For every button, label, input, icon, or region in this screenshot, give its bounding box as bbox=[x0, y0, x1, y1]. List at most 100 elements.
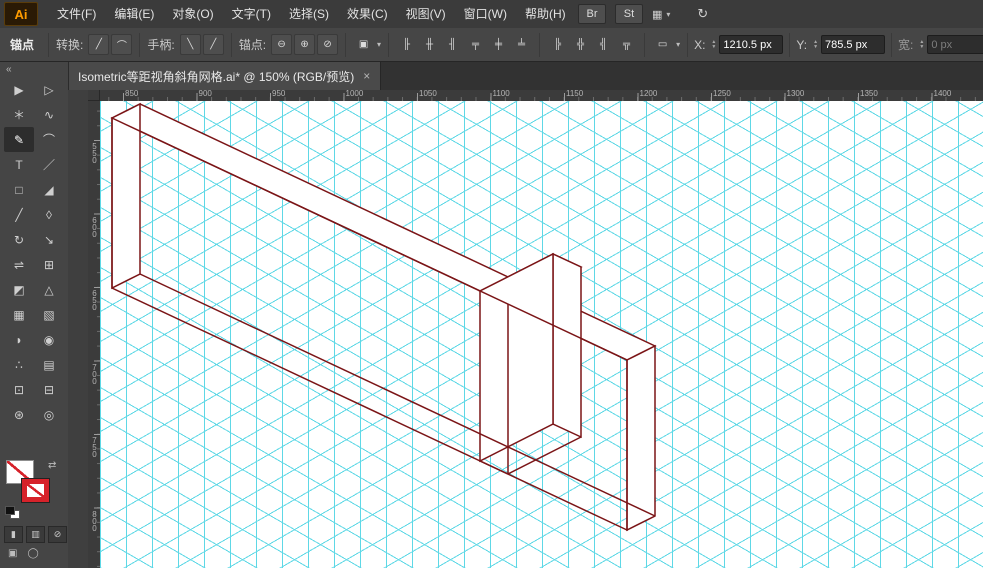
x-stepper[interactable]: ▲ ▼ bbox=[711, 39, 716, 50]
close-icon[interactable]: × bbox=[363, 69, 370, 83]
ruler-label: 950 bbox=[272, 89, 286, 98]
pencil-tool[interactable]: ╱ bbox=[4, 202, 34, 227]
magic-wand-tool[interactable]: ＊ bbox=[4, 102, 34, 127]
distribute-top-icon[interactable]: ╠ bbox=[547, 34, 568, 55]
blend-tool[interactable]: ◉ bbox=[34, 327, 64, 352]
paintbrush-tool[interactable]: ◢ bbox=[34, 177, 64, 202]
workspace-switcher[interactable]: ▦ ▾ bbox=[652, 8, 670, 21]
align-v-center-icon[interactable]: ╪ bbox=[488, 34, 509, 55]
width-tool[interactable]: ⇌ bbox=[4, 252, 34, 277]
pen-tool[interactable]: ✎ bbox=[4, 127, 34, 152]
isolate-selection-button[interactable]: ▣ bbox=[353, 34, 374, 55]
line-segment-tool[interactable]: ／ bbox=[34, 152, 64, 177]
bridge-button[interactable]: Br bbox=[578, 4, 606, 24]
document-tab[interactable]: Isometric等距视角斜角网格.ai* @ 150% (RGB/预览) × bbox=[68, 62, 382, 90]
artboard-tool[interactable]: ⊡ bbox=[4, 377, 34, 402]
free-transform-tool[interactable]: ⊞ bbox=[34, 252, 64, 277]
arm-inner-bottom[interactable] bbox=[507, 436, 582, 475]
ruler-origin-corner[interactable] bbox=[88, 90, 100, 101]
swap-fill-stroke-icon[interactable]: ⇄ bbox=[48, 460, 56, 471]
collapse-panel-button[interactable]: « bbox=[0, 62, 68, 77]
shape-builder-tool[interactable]: ◩ bbox=[4, 277, 34, 302]
align-left-icon[interactable]: ╟ bbox=[396, 34, 417, 55]
arm-front-bottom[interactable] bbox=[479, 460, 509, 475]
zoom-tool[interactable]: ◎ bbox=[34, 402, 64, 427]
stem-left-cap[interactable] bbox=[111, 102, 141, 290]
scale-tool[interactable]: ↘ bbox=[34, 227, 64, 252]
stroke-color-swatch[interactable] bbox=[21, 478, 50, 503]
distribute-bottom-icon[interactable]: ╣ bbox=[593, 34, 614, 55]
none-mode-button[interactable]: ⊘ bbox=[48, 526, 67, 543]
align-bottom-icon[interactable]: ╧ bbox=[511, 34, 532, 55]
stock-button[interactable]: St bbox=[615, 4, 643, 24]
ruler-label: 1000 bbox=[345, 89, 364, 98]
menu-item-7[interactable]: 窗口(W) bbox=[455, 7, 516, 21]
default-fill-stroke-icon[interactable] bbox=[5, 506, 20, 519]
convert-to-smooth-icon[interactable]: ⌒ bbox=[111, 34, 133, 55]
align-top-icon[interactable]: ╤ bbox=[465, 34, 486, 55]
column-graph-tool[interactable]: ▤ bbox=[34, 352, 64, 377]
transform-button[interactable]: ▭ bbox=[652, 34, 673, 55]
eraser-tool[interactable]: ◊ bbox=[34, 202, 64, 227]
slice-tool[interactable]: ⊟ bbox=[34, 377, 64, 402]
color-mode-button[interactable]: ▮ bbox=[4, 526, 23, 543]
align-h-center-icon[interactable]: ╫ bbox=[419, 34, 440, 55]
draw-mode-buttons: ▣ ◯ bbox=[8, 548, 39, 559]
menu-item-3[interactable]: 文字(T) bbox=[223, 7, 280, 21]
x-input[interactable]: 1210.5 px bbox=[719, 35, 784, 54]
show-handles-icon[interactable]: ╲ bbox=[179, 34, 201, 55]
perspective-grid-tool[interactable]: △ bbox=[34, 277, 64, 302]
y-input[interactable]: 785.5 px bbox=[821, 35, 886, 54]
direct-selection-tool[interactable]: ▷ bbox=[34, 77, 64, 102]
selection-tool[interactable]: ▶ bbox=[4, 77, 34, 102]
menu-item-5[interactable]: 效果(C) bbox=[338, 7, 397, 21]
chevron-down-icon: ▾ bbox=[666, 9, 671, 19]
app-logo-icon: Ai bbox=[4, 2, 38, 26]
arm-outer-cap[interactable] bbox=[552, 252, 582, 439]
y-stepper[interactable]: ▲ ▼ bbox=[813, 39, 818, 50]
isometric-letter-artwork[interactable] bbox=[100, 101, 983, 568]
draw-normal-button[interactable]: ▣ bbox=[8, 548, 17, 559]
control-group-label: 锚点: bbox=[238, 38, 267, 52]
rotate-tool[interactable]: ↻ bbox=[4, 227, 34, 252]
convert-to-corner-icon[interactable]: ╱ bbox=[88, 34, 110, 55]
menu-item-6[interactable]: 视图(V) bbox=[397, 7, 455, 21]
arm-side-face[interactable] bbox=[479, 252, 554, 463]
ruler-label: 550 bbox=[90, 142, 99, 163]
menu-item-1[interactable]: 编辑(E) bbox=[105, 7, 163, 21]
chevron-down-icon: ▾ bbox=[377, 40, 382, 49]
distribute-left-icon[interactable]: ╦ bbox=[616, 34, 637, 55]
mesh-tool[interactable]: ▦ bbox=[4, 302, 34, 327]
remove-anchor-icon[interactable]: ⊖ bbox=[271, 34, 293, 55]
ruler-label: 600 bbox=[90, 215, 99, 237]
add-anchor-icon[interactable]: ⊕ bbox=[294, 34, 316, 55]
gradient-mode-button[interactable]: ▥ bbox=[26, 526, 45, 543]
ruler-label: 1050 bbox=[419, 89, 437, 98]
gradient-tool[interactable]: ▧ bbox=[34, 302, 64, 327]
menu-item-2[interactable]: 对象(O) bbox=[163, 7, 222, 21]
menu-item-0[interactable]: 文件(F) bbox=[48, 7, 105, 21]
eyedropper-tool[interactable]: ◗ bbox=[4, 327, 34, 352]
distribute-v-center-icon[interactable]: ╬ bbox=[570, 34, 591, 55]
menu-item-8[interactable]: 帮助(H) bbox=[516, 7, 575, 21]
stem-front-outline[interactable] bbox=[111, 116, 628, 532]
canvas[interactable] bbox=[100, 101, 983, 568]
sync-icon[interactable]: ↻ bbox=[697, 6, 708, 22]
menu-item-4[interactable]: 选择(S) bbox=[280, 7, 338, 21]
tools-panel: « ▶ ▷ ＊ ∿ ✎ ⌒ T ／ □ ◢ ╱ ◊ ↻ ↘ ⇌ ⊞ ◩ △ ▦ ▧ ◗ ◉ ∴ ▤ ⊡ ⊟ ⊛ ◎ ⇄ ▮ ▥ ⊘ ▣ ◯ bbox=[0, 62, 69, 568]
hand-tool[interactable]: ⊛ bbox=[4, 402, 34, 427]
connect-path-icon[interactable]: ⊘ bbox=[317, 34, 339, 55]
width-input: 0 px bbox=[927, 35, 983, 54]
lasso-tool[interactable]: ∿ bbox=[34, 102, 64, 127]
symbol-sprayer-tool[interactable]: ∴ bbox=[4, 352, 34, 377]
draw-behind-button[interactable]: ◯ bbox=[27, 548, 38, 559]
ruler-label: 900 bbox=[198, 89, 212, 98]
curvature-tool[interactable]: ⌒ bbox=[34, 127, 64, 152]
rectangle-tool[interactable]: □ bbox=[4, 177, 34, 202]
stem-end-cap[interactable] bbox=[626, 344, 656, 532]
type-tool[interactable]: T bbox=[4, 152, 34, 177]
ruler-label: 1100 bbox=[492, 89, 510, 98]
align-right-icon[interactable]: ╢ bbox=[442, 34, 463, 55]
y-coordinate-group: Y: ▲ ▼ 785.5 px bbox=[789, 32, 891, 57]
hide-handles-icon[interactable]: ╱ bbox=[202, 34, 224, 55]
